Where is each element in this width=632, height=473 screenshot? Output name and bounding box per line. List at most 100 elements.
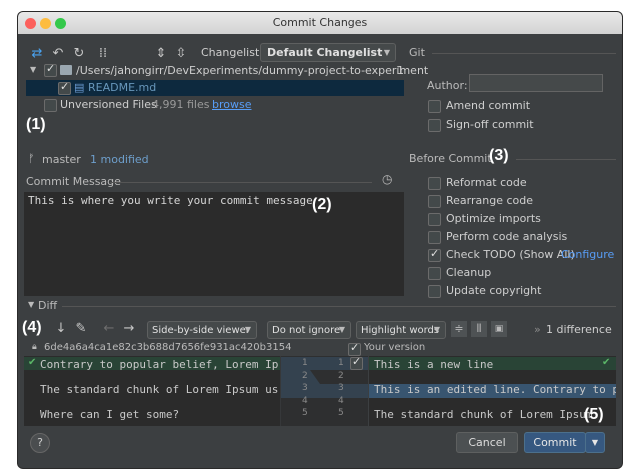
group-by-icon[interactable]: ⁞⁞ — [96, 47, 110, 61]
author-label: Author: — [427, 79, 468, 92]
accept-icon[interactable]: ✔ — [602, 357, 610, 368]
window-title: Commit Changes — [272, 16, 368, 29]
amend-label: Amend commit — [446, 99, 531, 112]
ignore-value: Do not ignore — [272, 325, 341, 336]
unversioned-label: Unversioned Files — [60, 98, 157, 111]
changelist-select[interactable]: Default Changelist ▼ — [260, 43, 396, 62]
zoom-window-button[interactable] — [55, 18, 66, 29]
branch-icon: ᚠ — [28, 152, 35, 165]
rollback-icon[interactable]: ↶ — [51, 47, 65, 61]
before-commit-checkbox[interactable] — [428, 267, 441, 280]
refresh-icon[interactable]: ↻ — [72, 47, 86, 61]
git-section-label: Git — [409, 46, 425, 59]
lock-icon[interactable]: ▣ — [491, 321, 507, 337]
forward-arrow-icon[interactable]: → — [122, 322, 136, 336]
signoff-checkbox[interactable] — [428, 119, 441, 132]
edit-source-icon[interactable]: ✎ — [74, 322, 88, 336]
cancel-button[interactable]: Cancel — [456, 432, 518, 453]
configure-link[interactable]: Configure — [561, 248, 614, 261]
left-line: The standard chunk of Lorem Ipsum us — [40, 383, 279, 396]
right-line-number: 1 — [338, 358, 344, 368]
highlight-select[interactable]: Highlight words ▼ — [356, 321, 446, 339]
minimize-window-button[interactable] — [40, 18, 51, 29]
left-line: Where can I get some? — [40, 408, 180, 421]
lock-icon: 🔒︎ — [32, 342, 37, 352]
file-name: README.md — [88, 81, 157, 94]
align-icon[interactable]: ≑ — [451, 321, 467, 337]
before-commit-option: Perform code analysis — [446, 230, 568, 243]
signoff-label: Sign-off commit — [446, 118, 534, 131]
ignore-select[interactable]: Do not ignore ▼ — [267, 321, 351, 339]
title-bar: Commit Changes — [18, 12, 622, 34]
refresh-changes-icon[interactable]: ⇄ — [30, 47, 44, 61]
double-chevron-icon: » — [534, 323, 541, 336]
before-commit-option: Update copyright — [446, 284, 542, 297]
left-revision-hash: 6de4a6a4ca1e82c3b688d7656fe931ac420b3154 — [44, 342, 292, 353]
left-line: Contrary to popular belief, Lorem Ip — [40, 358, 279, 371]
modified-count[interactable]: 1 modified — [90, 153, 149, 166]
line-include-checkbox[interactable] — [350, 356, 363, 370]
right-line-number: 2 — [338, 370, 344, 381]
your-version-checkbox[interactable] — [348, 341, 361, 356]
help-button[interactable]: ? — [30, 433, 50, 453]
right-header: Your version — [364, 342, 426, 353]
commit-message-text: This is where you write your commit mess… — [28, 194, 313, 207]
left-line-number: 5 — [302, 408, 308, 418]
close-window-button[interactable] — [25, 18, 36, 29]
tree-root-row[interactable]: ▼ /Users/jahongirr/DevExperiments/dummy-… — [26, 62, 428, 78]
callout-4: (4) — [22, 319, 42, 336]
browse-link[interactable]: browse — [212, 98, 252, 111]
before-commit-checkbox[interactable] — [428, 231, 441, 244]
left-line-number: 2 — [302, 370, 308, 381]
back-arrow-icon[interactable]: ← — [102, 322, 116, 336]
before-commit-option: Check TODO (Show All) — [446, 248, 575, 261]
before-commit-checkbox[interactable] — [428, 195, 441, 208]
right-line: The standard chunk of Lorem Ipsum — [374, 408, 593, 421]
difference-count: 1 difference — [546, 323, 612, 336]
before-commit-checkbox[interactable] — [428, 177, 441, 190]
viewer-value: Side-by-side viewer — [152, 325, 250, 336]
commit-button[interactable]: Commit — [524, 432, 586, 453]
right-line-number: 5 — [338, 408, 344, 418]
sync-scroll-icon[interactable]: ⦀ — [471, 321, 487, 337]
root-checkbox[interactable] — [44, 62, 57, 77]
before-commit-checkbox[interactable] — [428, 285, 441, 298]
viewer-select[interactable]: Side-by-side viewer ▼ — [147, 321, 257, 339]
diff-viewer[interactable]: Contrary to popular belief, Lorem Ip The … — [24, 356, 616, 426]
before-commit-option: Cleanup — [446, 266, 492, 279]
next-difference-icon[interactable]: ↓ — [54, 322, 68, 336]
before-commit-checkbox[interactable] — [428, 247, 441, 262]
right-line: This is an edited line. Contrary to po — [374, 383, 616, 396]
callout-1: (1) — [26, 116, 46, 133]
amend-checkbox[interactable] — [428, 100, 441, 113]
before-commit-checkbox[interactable] — [428, 213, 441, 226]
callout-3: (3) — [489, 147, 509, 164]
divider — [432, 53, 616, 54]
unversioned-checkbox[interactable] — [44, 99, 57, 112]
root-count: 1 — [397, 64, 404, 77]
commit-message-label: Commit Message — [26, 175, 121, 188]
diff-section-label: Diff — [38, 299, 58, 312]
commit-dialog: Commit Changes ⇄ ↶ ↻ ⁞⁞ ⇕ ⇳ Changelist: … — [18, 12, 622, 468]
collapse-arrow-icon[interactable]: ▼ — [28, 300, 34, 309]
file-checkbox[interactable] — [58, 80, 71, 95]
commit-options-icon[interactable]: ▼ — [585, 432, 605, 453]
divider — [516, 159, 616, 160]
author-input[interactable] — [469, 74, 603, 92]
before-commit-option: Optimize imports — [446, 212, 541, 225]
chevron-down-icon: ▼ — [433, 325, 440, 334]
unversioned-row[interactable]: Unversioned Files 4,991 files browse — [26, 98, 404, 112]
collapse-all-icon[interactable]: ⇳ — [174, 47, 188, 61]
chevron-down-icon: ▼ — [244, 325, 251, 334]
left-line-number: 3 — [302, 383, 308, 393]
tree-file-row[interactable]: ▤ README.md — [26, 80, 404, 96]
chevron-down-icon: ▼ — [383, 48, 390, 57]
history-clock-icon[interactable]: ◷ — [382, 172, 392, 186]
left-line-number: 4 — [302, 395, 308, 406]
before-commit-option: Rearrange code — [446, 194, 533, 207]
expand-arrow-icon[interactable]: ▼ — [30, 65, 36, 74]
expand-all-icon[interactable]: ⇕ — [154, 47, 168, 61]
checkmark-icon: ✔ — [28, 357, 37, 368]
chevron-down-icon: ▼ — [338, 325, 345, 334]
commit-message-input[interactable]: This is where you write your commit mess… — [24, 192, 404, 296]
